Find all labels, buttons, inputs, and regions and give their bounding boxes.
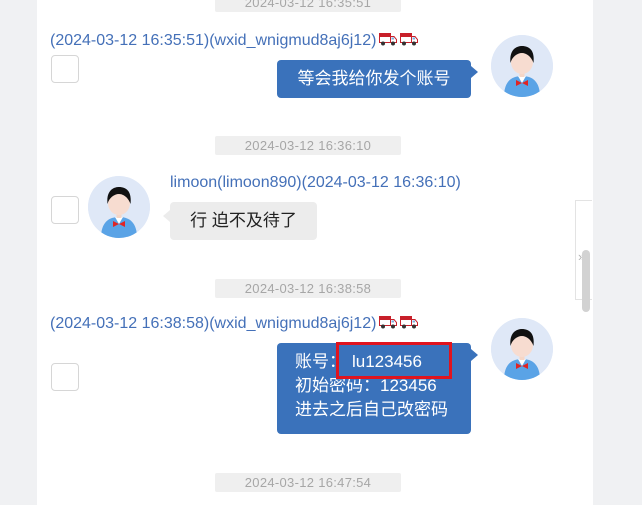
scrollbar-thumb[interactable] <box>582 250 590 312</box>
message-select-checkbox[interactable] <box>51 363 79 391</box>
sender-header-text: (2024-03-12 16:35:51)(wxid_wnigmud8aj6j1… <box>50 32 377 49</box>
sender-header-text: limoon(limoon890)(2024-03-12 16:36:10) <box>170 174 461 191</box>
message-text: 行 迫不及待了 <box>190 211 297 230</box>
timestamp-badge: 2024-03-12 16:35:51 <box>215 0 401 12</box>
timestamp-badge: 2024-03-12 16:36:10 <box>215 136 401 155</box>
bubble-tail <box>471 66 478 78</box>
truck-icon <box>379 33 397 46</box>
message-line-note: 进去之后自己改密码 <box>295 400 448 419</box>
message-select-checkbox[interactable] <box>51 196 79 224</box>
user-avatar-icon[interactable] <box>491 318 553 380</box>
truck-icon <box>400 316 418 329</box>
truck-icon <box>379 316 397 329</box>
bubble-tail <box>471 349 478 361</box>
timestamp-badge: 2024-03-12 16:38:58 <box>215 279 401 298</box>
message-sender-header: (2024-03-12 16:38:58)(wxid_wnigmud8aj6j1… <box>50 315 418 333</box>
truck-icon <box>400 33 418 46</box>
message-bubble[interactable]: 等会我给你发个账号 <box>277 60 471 98</box>
message-sender-header: limoon(limoon890)(2024-03-12 16:36:10) <box>170 174 461 192</box>
sender-header-text: (2024-03-12 16:38:58)(wxid_wnigmud8aj6j1… <box>50 315 377 332</box>
user-avatar-icon[interactable] <box>88 176 150 238</box>
message-select-checkbox[interactable] <box>51 55 79 83</box>
message-bubble[interactable]: 行 迫不及待了 <box>170 202 317 240</box>
message-sender-header: (2024-03-12 16:35:51)(wxid_wnigmud8aj6j1… <box>50 32 418 50</box>
user-avatar-icon[interactable] <box>491 35 553 97</box>
timestamp-badge: 2024-03-12 16:47:54 <box>215 473 401 492</box>
highlight-annotation <box>336 342 452 379</box>
message-text: 等会我给你发个账号 <box>297 69 451 88</box>
bubble-tail <box>163 210 170 222</box>
